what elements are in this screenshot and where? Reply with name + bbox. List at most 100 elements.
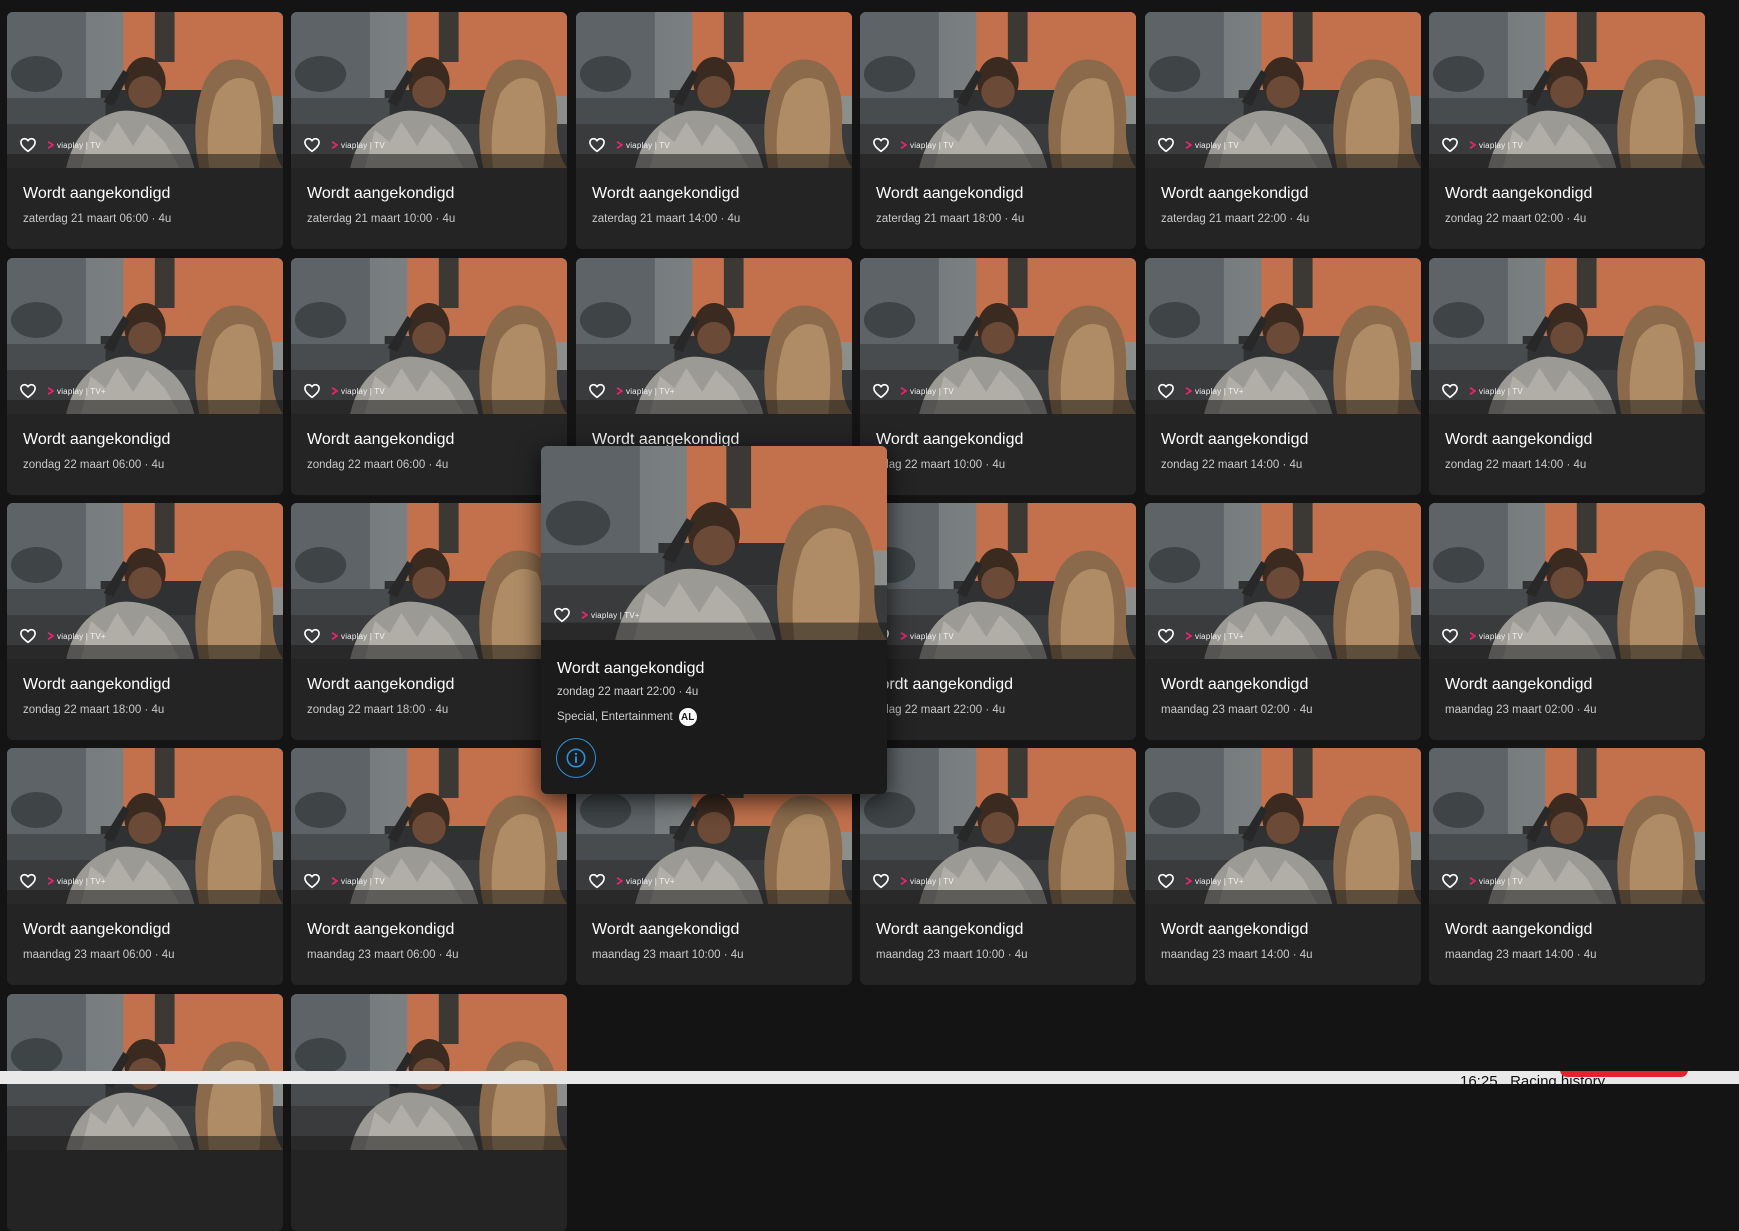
card-thumbnail[interactable]: viaplay | TV — [1429, 258, 1705, 414]
program-card[interactable]: viaplay | TV Wordt aangekondigd zaterdag … — [576, 12, 852, 249]
card-title: Wordt aangekondigd — [23, 921, 171, 938]
favorite-heart-icon[interactable] — [1157, 136, 1175, 154]
favorite-heart-icon[interactable] — [553, 606, 571, 624]
favorite-heart-icon[interactable] — [588, 872, 606, 890]
viaplay-logo-icon — [900, 141, 907, 149]
viaplay-logo-icon — [616, 877, 623, 885]
brand-label: viaplay | TV+ — [591, 610, 640, 620]
card-title: Wordt aangekondigd — [1445, 676, 1593, 693]
program-card[interactable] — [291, 994, 567, 1231]
favorite-heart-icon[interactable] — [1157, 382, 1175, 400]
program-card[interactable]: viaplay | TV Wordt aangekondigd zondag 22… — [291, 258, 567, 495]
favorite-heart-icon[interactable] — [1157, 627, 1175, 645]
program-card[interactable]: viaplay | TV Wordt aangekondigd zaterdag … — [860, 12, 1136, 249]
viaplay-logo-icon — [47, 632, 54, 640]
card-thumbnail[interactable]: viaplay | TV — [1429, 748, 1705, 904]
favorite-heart-icon[interactable] — [1441, 627, 1459, 645]
card-title: Wordt aangekondigd — [1161, 185, 1309, 202]
card-thumbnail[interactable]: viaplay | TV+ — [1145, 503, 1421, 659]
card-thumbnail[interactable]: viaplay | TV — [291, 12, 567, 168]
card-title: Wordt aangekondigd — [876, 431, 1024, 448]
card-schedule: ndag 22 maart 22:00 · 4u — [876, 704, 1006, 716]
card-schedule: zaterdag 21 maart 06:00 · 4u — [23, 213, 172, 225]
favorite-heart-icon[interactable] — [1441, 136, 1459, 154]
favorite-heart-icon[interactable] — [1441, 382, 1459, 400]
card-schedule: zondag 22 maart 02:00 · 4u — [1445, 213, 1587, 225]
favorite-heart-icon[interactable] — [588, 382, 606, 400]
brand-label: viaplay | TV — [1195, 140, 1239, 150]
program-card[interactable]: viaplay | TV Wordt aangekondigd zaterdag … — [291, 12, 567, 249]
program-card[interactable]: viaplay | TV Wordt aangekondigd zaterdag … — [1145, 12, 1421, 249]
popover-thumbnail[interactable]: viaplay | TV+ — [541, 446, 887, 640]
brand-label: viaplay | TV — [910, 876, 954, 886]
program-hover-card[interactable]: viaplay | TV+ Wordt aangekondigd zondag … — [541, 446, 887, 794]
favorite-heart-icon[interactable] — [19, 627, 37, 645]
card-thumbnail[interactable]: viaplay | TV+ — [7, 748, 283, 904]
program-card[interactable] — [7, 994, 283, 1231]
card-thumbnail[interactable]: viaplay | TV — [576, 12, 852, 168]
card-thumbnail[interactable]: viaplay | TV — [860, 258, 1136, 414]
card-thumbnail[interactable]: viaplay | TV — [291, 258, 567, 414]
favorite-heart-icon[interactable] — [303, 382, 321, 400]
favorite-heart-icon[interactable] — [588, 136, 606, 154]
card-thumbnail[interactable]: viaplay | TV — [860, 748, 1136, 904]
card-thumbnail[interactable]: viaplay | TV — [7, 12, 283, 168]
favorite-heart-icon[interactable] — [19, 136, 37, 154]
program-card[interactable]: viaplay | TV Wordt aangekondigd zaterdag … — [7, 12, 283, 249]
brand-label: viaplay | TV — [910, 386, 954, 396]
program-card[interactable]: viaplay | TV Wordt aangekondigd maandag 2… — [1429, 503, 1705, 740]
program-card[interactable]: viaplay | TV+ Wordt aangekondigd maandag … — [1145, 748, 1421, 985]
program-card[interactable]: viaplay | TV /ordt aangekondigd ndag 22 m… — [860, 503, 1136, 740]
info-button[interactable] — [556, 738, 596, 778]
viaplay-brand: viaplay | TV — [47, 141, 101, 150]
card-thumbnail[interactable]: viaplay | TV — [860, 12, 1136, 168]
program-card[interactable]: viaplay | TV Wordt aangekondigd maandag 2… — [291, 748, 567, 985]
program-card[interactable]: viaplay | TV Wordt aangekondigd zondag 22… — [1429, 12, 1705, 249]
favorite-heart-icon[interactable] — [1441, 872, 1459, 890]
card-schedule: zaterdag 21 maart 14:00 · 4u — [592, 213, 741, 225]
program-card[interactable]: viaplay | TV Wordt aangekondigd maandag 2… — [860, 748, 1136, 985]
viaplay-logo-icon — [900, 632, 907, 640]
card-thumbnail[interactable]: viaplay | TV+ — [576, 258, 852, 414]
card-thumbnail[interactable]: viaplay | TV — [860, 503, 1136, 659]
program-card[interactable]: viaplay | TV+ Wordt aangekondigd maandag … — [1145, 503, 1421, 740]
card-schedule: maandag 23 maart 02:00 · 4u — [1445, 704, 1597, 716]
age-rating-badge: AL — [678, 708, 697, 726]
program-card[interactable]: viaplay | TV Wordt aangekondigd maandag 2… — [1429, 748, 1705, 985]
card-title: Wordt aangekondigd — [1161, 431, 1309, 448]
card-thumbnail[interactable]: viaplay | TV — [1145, 12, 1421, 168]
favorite-heart-icon[interactable] — [303, 136, 321, 154]
card-title: Wordt aangekondigd — [876, 921, 1024, 938]
favorite-heart-icon[interactable] — [303, 872, 321, 890]
card-thumbnail[interactable]: viaplay | TV — [1429, 503, 1705, 659]
favorite-heart-icon[interactable] — [19, 382, 37, 400]
brand-label: viaplay | TV — [910, 631, 954, 641]
viaplay-brand: viaplay | TV+ — [616, 877, 675, 886]
brand-label: viaplay | TV — [341, 876, 385, 886]
taskbar-red-button[interactable] — [1560, 1071, 1688, 1077]
card-schedule: zaterdag 21 maart 18:00 · 4u — [876, 213, 1025, 225]
card-thumbnail[interactable]: viaplay | TV+ — [1145, 748, 1421, 904]
card-thumbnail[interactable]: viaplay | TV+ — [7, 503, 283, 659]
card-title: /ordt aangekondigd — [876, 676, 1013, 693]
favorite-heart-icon[interactable] — [872, 382, 890, 400]
program-card[interactable]: viaplay | TV+ Wordt aangekondigd maandag … — [7, 748, 283, 985]
favorite-heart-icon[interactable] — [872, 136, 890, 154]
favorite-heart-icon[interactable] — [303, 627, 321, 645]
favorite-heart-icon[interactable] — [19, 872, 37, 890]
favorite-heart-icon[interactable] — [1157, 872, 1175, 890]
card-thumbnail[interactable]: viaplay | TV — [291, 748, 567, 904]
program-card[interactable]: viaplay | TV Wordt aangekondigd zondag 22… — [1429, 258, 1705, 495]
program-card[interactable]: viaplay | TV+ Wordt aangekondigd zondag 2… — [7, 503, 283, 740]
popover-schedule: zondag 22 maart 22:00 · 4u — [557, 686, 699, 698]
card-thumbnail[interactable]: viaplay | TV — [1429, 12, 1705, 168]
card-thumbnail[interactable]: viaplay | TV+ — [1145, 258, 1421, 414]
viaplay-logo-icon — [331, 632, 338, 640]
card-thumbnail[interactable]: viaplay | TV — [291, 503, 567, 659]
favorite-heart-icon[interactable] — [872, 872, 890, 890]
card-thumbnail[interactable]: viaplay | TV+ — [7, 258, 283, 414]
program-card[interactable]: viaplay | TV+ Wordt aangekondigd zondag 2… — [1145, 258, 1421, 495]
program-card[interactable]: viaplay | TV Wordt aangekondigd zondag 22… — [291, 503, 567, 740]
program-card[interactable]: viaplay | TV Wordt aangekondigd ndag 22 m… — [860, 258, 1136, 495]
program-card[interactable]: viaplay | TV+ Wordt aangekondigd zondag 2… — [7, 258, 283, 495]
